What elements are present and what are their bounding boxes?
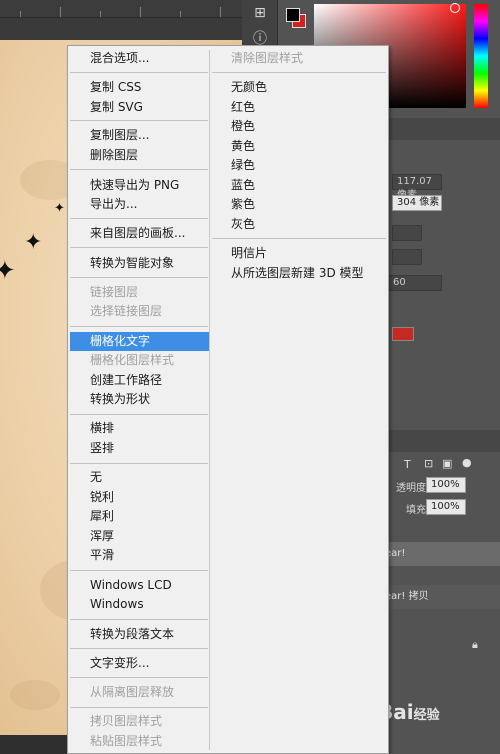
width-field[interactable]: 304 像素 — [392, 195, 442, 211]
menu-separator — [70, 677, 208, 678]
menu-separator — [212, 238, 386, 239]
menu-item-export-as[interactable]: 导出为... — [70, 195, 209, 214]
menu-item-horizontal[interactable]: 横排 — [70, 419, 209, 438]
menu-item-antialias-crisp[interactable]: 犀利 — [70, 507, 209, 526]
smart-object-filter-icon[interactable]: ▣ — [442, 457, 452, 470]
menu-separator — [70, 169, 208, 170]
menu-item-convert-smart-object[interactable]: 转换为智能对象 — [70, 254, 209, 273]
menu-separator — [70, 463, 208, 464]
menu-item-warp-text[interactable]: 文字变形... — [70, 654, 209, 673]
menu-item-color-blue[interactable]: 蓝色 — [211, 176, 387, 195]
shape-layer-filter-icon[interactable]: ⊡ — [424, 457, 433, 470]
menu-separator — [70, 218, 208, 219]
menu-item-vertical[interactable]: 竖排 — [70, 439, 209, 458]
menu-separator — [70, 570, 208, 571]
menu-item-color-red[interactable]: 红色 — [211, 98, 387, 117]
horizontal-ruler — [0, 0, 268, 18]
foreground-color-swatch[interactable] — [286, 8, 300, 22]
size-select[interactable] — [392, 249, 422, 265]
menu-item-color-orange[interactable]: 橙色 — [211, 117, 387, 136]
menu-item-windows-lcd[interactable]: Windows LCD — [70, 576, 209, 595]
menu-item-convert-paragraph-text[interactable]: 转换为段落文本 — [70, 625, 209, 644]
menu-item-windows[interactable]: Windows — [70, 595, 209, 614]
layer-context-menu: 混合选项... 复制 CSS 复制 SVG 复制图层... 删除图层 快速导出为… — [67, 45, 389, 754]
tracking-select[interactable]: 60 — [388, 275, 442, 291]
layer-row[interactable]: ear! 拷贝 — [377, 585, 500, 609]
layer-row[interactable]: ear! — [377, 542, 500, 566]
menu-item-rasterize-type[interactable]: 栅格化文字 — [70, 332, 209, 351]
menu-column-divider — [209, 50, 210, 750]
menu-item-copy-css[interactable]: 复制 CSS — [70, 78, 209, 97]
menu-item-artboard-from-layers[interactable]: 来自图层的画板... — [70, 224, 209, 243]
menu-item-create-work-path[interactable]: 创建工作路径 — [70, 371, 209, 390]
menu-item-rasterize-layer-style[interactable]: 栅格化图层样式 — [70, 351, 209, 370]
menu-separator — [70, 247, 208, 248]
menu-item-color-violet[interactable]: 紫色 — [211, 195, 387, 214]
menu-item-delete-layer[interactable]: 删除图层 — [70, 146, 209, 165]
arrange-icon[interactable]: ⊞ — [248, 2, 272, 24]
menu-item-select-linked-layers[interactable]: 选择链接图层 — [70, 302, 209, 321]
opacity-field[interactable]: 100% — [426, 477, 466, 493]
menu-separator — [70, 707, 208, 708]
text-color-swatch[interactable] — [392, 327, 414, 341]
menu-separator — [70, 414, 208, 415]
butterfly-icon: ✦ — [24, 230, 43, 255]
menu-item-new-3d-model[interactable]: 从所选图层新建 3D 模型 — [211, 264, 387, 283]
filter-toggle-icon[interactable]: ● — [462, 456, 472, 469]
menu-separator — [70, 619, 208, 620]
menu-item-blending-options[interactable]: 混合选项... — [70, 49, 209, 68]
menu-item-antialias-none[interactable]: 无 — [70, 468, 209, 487]
height-field[interactable]: 117.07 像素 — [392, 174, 442, 201]
menu-item-no-color[interactable]: 无颜色 — [211, 78, 387, 97]
menu-item-convert-to-shape[interactable]: 转换为形状 — [70, 390, 209, 409]
menu-item-duplicate-layer[interactable]: 复制图层... — [70, 126, 209, 145]
menu-item-color-gray[interactable]: 灰色 — [211, 215, 387, 234]
menu-item-antialias-sharp[interactable]: 锐利 — [70, 488, 209, 507]
menu-separator — [70, 120, 208, 121]
menu-item-paste-layer-style[interactable]: 粘贴图层样式 — [70, 732, 209, 751]
menu-item-antialias-smooth[interactable]: 平滑 — [70, 546, 209, 565]
menu-item-antialias-strong[interactable]: 浑厚 — [70, 527, 209, 546]
opacity-label: 透明度: — [396, 483, 430, 494]
lock-icon: 🔒︎ — [472, 638, 478, 651]
butterfly-icon: ✦ — [0, 256, 16, 286]
menu-item-color-green[interactable]: 绿色 — [211, 156, 387, 175]
menu-item-copy-svg[interactable]: 复制 SVG — [70, 98, 209, 117]
menu-item-quick-export-png[interactable]: 快速导出为 PNG — [70, 176, 209, 195]
menu-item-clear-layer-style[interactable]: 清除图层样式 — [211, 49, 387, 68]
menu-separator — [212, 72, 386, 73]
fill-field[interactable]: 100% — [426, 499, 466, 515]
font-select[interactable] — [392, 225, 422, 241]
menu-item-postcard[interactable]: 明信片 — [211, 244, 387, 263]
menu-separator — [70, 326, 208, 327]
menu-item-release-isolation[interactable]: 从隔离图层释放 — [70, 683, 209, 702]
menu-separator — [70, 648, 208, 649]
hue-slider[interactable] — [474, 4, 488, 108]
menu-item-color-yellow[interactable]: 黄色 — [211, 137, 387, 156]
color-picker-cursor[interactable] — [450, 3, 460, 13]
menu-item-link-layers[interactable]: 链接图层 — [70, 283, 209, 302]
menu-item-copy-layer-style[interactable]: 拷贝图层样式 — [70, 712, 209, 731]
text-layer-filter-icon[interactable]: T — [404, 458, 411, 471]
menu-separator — [70, 277, 208, 278]
menu-separator — [70, 72, 208, 73]
butterfly-icon: ✦ — [54, 201, 65, 216]
